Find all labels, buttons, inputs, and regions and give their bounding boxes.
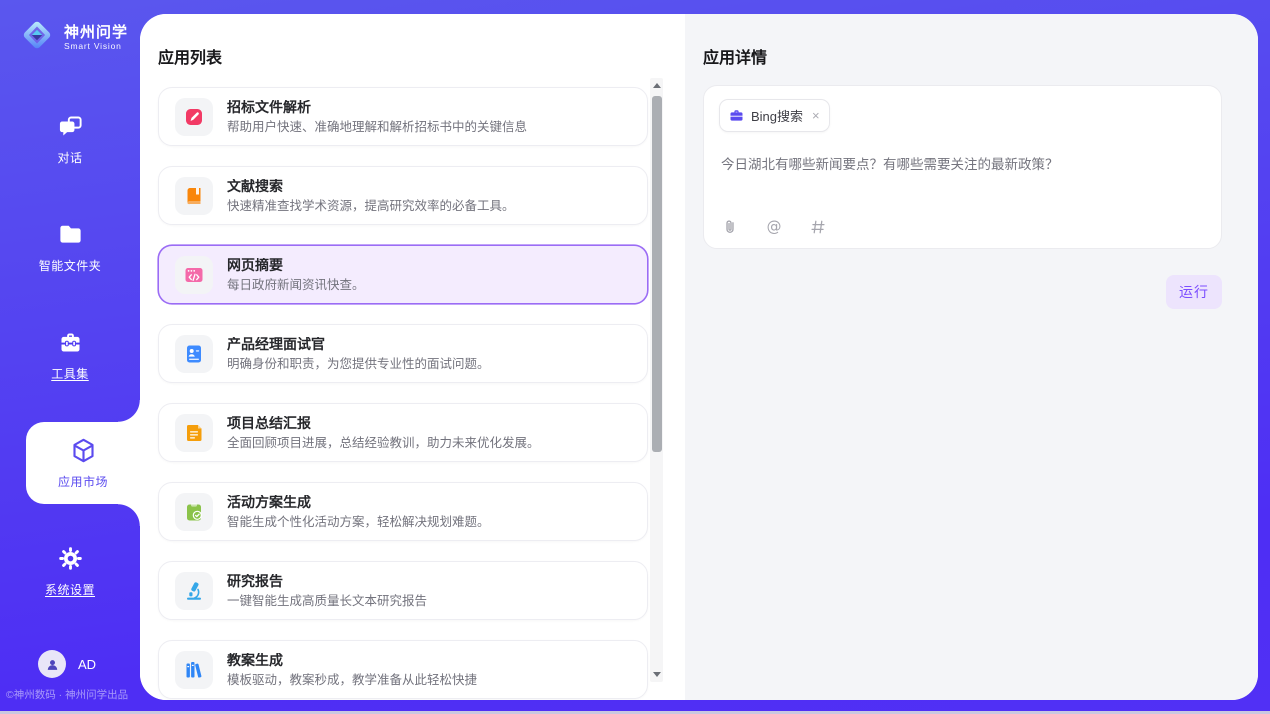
person-icon xyxy=(44,656,61,673)
svg-text:@: @ xyxy=(767,218,782,236)
sidebar-item-chat[interactable]: 对话 xyxy=(0,85,140,193)
prompt-text: 今日湖北有哪些新闻要点？有哪些需要关注的最新政策？ xyxy=(721,155,1204,174)
screen: { "brand": { "name": "神州问学", "tagline": … xyxy=(0,0,1270,714)
cube-icon xyxy=(70,437,97,464)
hash-icon-topic[interactable] xyxy=(809,218,827,236)
clipboard-check-icon xyxy=(175,493,213,531)
sidebar-item-app-market[interactable]: 应用市场 xyxy=(26,422,140,504)
app-card[interactable]: 研究报告 一键智能生成高质量长文本研究报告 xyxy=(158,561,648,620)
user-account[interactable]: AD xyxy=(38,650,96,678)
brand-tagline: Smart Vision xyxy=(64,41,128,51)
app-detail-panel: 应用详情 Bing搜索 × 今日湖北有哪些新闻要点？有哪些需要关注的最新政策？ … xyxy=(685,14,1258,700)
app-card[interactable]: 文献搜索 快速精准查找学术资源，提高研究效率的必备工具。 xyxy=(158,166,648,225)
book-icon xyxy=(175,177,213,215)
web-code-icon xyxy=(175,256,213,294)
sidebar-item-toolset[interactable]: 工具集 xyxy=(0,301,140,409)
scroll-up-icon[interactable] xyxy=(653,83,661,88)
edit-doc-icon xyxy=(175,98,213,136)
run-button[interactable]: 运行 xyxy=(1166,275,1222,309)
app-card[interactable]: 产品经理面试官 明确身份和职责，为您提供专业性的面试问题。 xyxy=(158,324,648,383)
toolbox-icon xyxy=(57,329,84,356)
scroll-down-icon[interactable] xyxy=(653,672,661,677)
tool-tag-label: Bing搜索 xyxy=(751,106,803,125)
close-icon[interactable]: × xyxy=(812,109,820,122)
diamond-logo-icon xyxy=(18,16,56,59)
scrollbar[interactable] xyxy=(650,78,663,682)
avatar xyxy=(38,650,66,678)
books-icon xyxy=(175,651,213,689)
app-card[interactable]: 招标文件解析 帮助用户快速、准确地理解和解析招标书中的关键信息 xyxy=(158,87,648,146)
paperclip-icon-attach[interactable] xyxy=(721,218,739,236)
sidebar: 神州问学 Smart Vision 对话 智能文件夹 工具集 应用市场 xyxy=(0,0,140,714)
briefcase-icon xyxy=(729,108,744,123)
copyright-footer: ©神州数码 · 神州问学出品 xyxy=(6,687,128,702)
gear-icon xyxy=(57,545,84,572)
prompt-card[interactable]: Bing搜索 × 今日湖北有哪些新闻要点？有哪些需要关注的最新政策？ @ xyxy=(703,85,1222,249)
memo-icon xyxy=(175,414,213,452)
brand-name: 神州问学 xyxy=(64,24,128,41)
user-initials: AD xyxy=(78,657,96,672)
brand-logo: 神州问学 Smart Vision xyxy=(0,0,140,59)
scrollbar-thumb[interactable] xyxy=(652,96,662,452)
at-sign-icon-mention[interactable]: @ xyxy=(765,218,783,236)
app-card[interactable]: 网页摘要 每日政府新闻资讯快查。 xyxy=(158,245,648,304)
sidebar-item-smart-folders[interactable]: 智能文件夹 xyxy=(0,193,140,301)
app-card[interactable]: 活动方案生成 智能生成个性化活动方案，轻松解决规划难题。 xyxy=(158,482,648,541)
tool-tag-bing-search[interactable]: Bing搜索 × xyxy=(719,99,830,132)
app-detail-title: 应用详情 xyxy=(703,44,1222,68)
content-frame: 应用列表 招标文件解析 帮助用户快速、准确地理解和解析招标书中的关键信息 文献搜… xyxy=(140,14,1258,700)
microscope-icon xyxy=(175,572,213,610)
app-list-panel: 应用列表 招标文件解析 帮助用户快速、准确地理解和解析招标书中的关键信息 文献搜… xyxy=(140,14,685,700)
app-card[interactable]: 项目总结汇报 全面回顾项目进展，总结经验教训，助力未来优化发展。 xyxy=(158,403,648,462)
sidebar-item-settings[interactable]: 系统设置 xyxy=(0,517,140,625)
sidebar-nav: 对话 智能文件夹 工具集 应用市场 系统设置 xyxy=(0,85,140,625)
app-list-title: 应用列表 xyxy=(158,44,685,68)
app-card[interactable]: 教案生成 模板驱动，教案秒成，教学准备从此轻松快捷 xyxy=(158,640,648,699)
interview-icon xyxy=(175,335,213,373)
chat-icon xyxy=(57,113,84,140)
prompt-toolbar: @ xyxy=(721,218,827,236)
app-cards: 招标文件解析 帮助用户快速、准确地理解和解析招标书中的关键信息 文献搜索 快速精… xyxy=(158,87,648,699)
folder-icon xyxy=(57,221,84,248)
